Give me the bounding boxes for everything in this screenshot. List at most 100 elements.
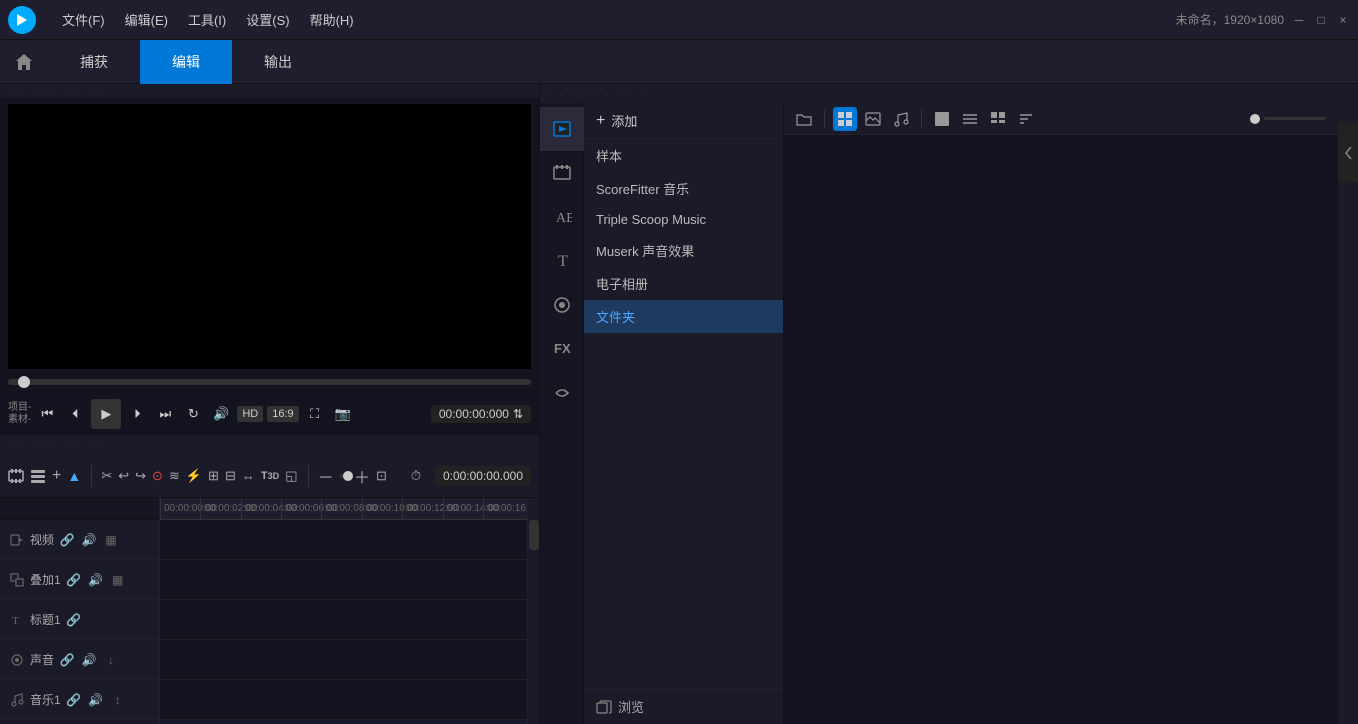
audio-expand-icon[interactable]: ↓ — [102, 651, 120, 669]
zoom-slider[interactable] — [340, 474, 348, 478]
overlay-grid-icon[interactable]: ▦ — [109, 571, 127, 589]
menu-settings[interactable]: 设置(S) — [236, 6, 299, 33]
restore-button[interactable]: □ — [1314, 13, 1328, 27]
tl-speed[interactable]: ⚡ — [186, 461, 202, 491]
tl-fit[interactable]: ⊡ — [376, 461, 387, 491]
library-add-button[interactable]: + 添加 — [584, 103, 783, 139]
audio-track-icon — [8, 651, 26, 669]
tl-motion[interactable]: ⊙ — [152, 461, 163, 491]
browse-button[interactable]: 浏览 — [584, 688, 783, 724]
crop-button[interactable]: ⛶ — [303, 402, 327, 426]
collapse-panel-button[interactable] — [1338, 123, 1358, 183]
title-info: 未命名，1920×1080 — [1176, 11, 1284, 28]
playback-next-frame[interactable]: ⏵ — [125, 402, 149, 426]
sidebar-effects-icon[interactable] — [540, 283, 584, 327]
video-volume-icon[interactable]: 🔊 — [80, 531, 98, 549]
tab-capture[interactable]: 捕获 — [48, 40, 140, 84]
tl-zoom-in[interactable]: ＋ — [354, 461, 370, 491]
seekbar[interactable] — [8, 379, 531, 385]
title-link-icon[interactable]: 🔗 — [65, 611, 83, 629]
tl-mask[interactable]: ◱ — [285, 461, 297, 491]
audio-volume-icon[interactable]: 🔊 — [80, 651, 98, 669]
playback-loop[interactable]: ↻ — [181, 402, 205, 426]
timecode-arrows[interactable]: ⇅ — [513, 407, 523, 421]
tab-edit[interactable]: 编辑 — [140, 40, 232, 84]
slider-thumb[interactable] — [1250, 114, 1260, 124]
toolbar-sep-2 — [921, 110, 922, 128]
library-item-1[interactable]: ScoreFitter 音乐 — [584, 172, 783, 205]
video-grid-icon[interactable]: ▦ — [102, 531, 120, 549]
titlebar: 文件(F) 编辑(E) 工具(I) 设置(S) 帮助(H) 未命名，1920×1… — [0, 0, 1358, 40]
media-view-grid[interactable] — [833, 107, 857, 131]
tl-track-icon[interactable] — [30, 461, 46, 491]
menu-tools[interactable]: 工具(I) — [178, 6, 236, 33]
media-display-list[interactable] — [958, 107, 982, 131]
audio-link-icon[interactable]: 🔗 — [58, 651, 76, 669]
tl-add-track[interactable]: + — [52, 461, 61, 491]
sidebar-transition-icon[interactable] — [540, 371, 584, 415]
media-display-tile[interactable] — [986, 107, 1010, 131]
music-link-icon[interactable]: 🔗 — [65, 691, 83, 709]
tl-grid[interactable]: ⊟ — [225, 461, 236, 491]
video-track-name: 视频 — [30, 531, 54, 548]
scrollbar-thumb-v[interactable] — [529, 520, 539, 550]
playback-to-end[interactable]: ⏭ — [153, 402, 177, 426]
tl-transform[interactable]: ↔ — [242, 461, 255, 491]
nav-home-button[interactable] — [0, 40, 48, 84]
close-button[interactable]: × — [1336, 13, 1350, 27]
timeline-timecode-area: ⏱ 0:00:00:00.000 — [401, 461, 531, 491]
snapshot-button[interactable]: 📷 — [331, 402, 355, 426]
app-logo — [8, 6, 36, 34]
music-expand-icon[interactable]: ↕ — [109, 691, 127, 709]
video-link-icon[interactable]: 🔗 — [58, 531, 76, 549]
overlay-track-name: 叠加1 — [30, 571, 61, 588]
tl-3d-title[interactable]: T3D — [261, 461, 279, 491]
media-view-music[interactable] — [889, 107, 913, 131]
overlay-volume-icon[interactable]: 🔊 — [87, 571, 105, 589]
media-sort-icon[interactable] — [1014, 107, 1038, 131]
menu-file[interactable]: 文件(F) — [52, 6, 115, 33]
media-folder-icon[interactable] — [792, 107, 816, 131]
overlay-link-icon[interactable]: 🔗 — [65, 571, 83, 589]
preview-dots-indicator: · · · · · · · · · — [8, 86, 106, 96]
sidebar-title-icon[interactable]: T — [540, 239, 584, 283]
tl-redo[interactable]: ↪ — [135, 461, 146, 491]
library-item-3[interactable]: Muserk 声音效果 — [584, 234, 783, 267]
music-volume-icon[interactable]: 🔊 — [87, 691, 105, 709]
playback-volume[interactable]: 🔊 — [209, 402, 233, 426]
track-row-audio — [160, 640, 527, 680]
library-item-2[interactable]: Triple Scoop Music — [584, 205, 783, 234]
library-item-4[interactable]: 电子相册 — [584, 267, 783, 300]
playback-prev-frame[interactable]: ⏴ — [63, 402, 87, 426]
tl-track-up[interactable]: ▲ — [67, 461, 81, 491]
ruler-spacer — [0, 498, 159, 520]
menu-help[interactable]: 帮助(H) — [300, 6, 364, 33]
seekbar-thumb[interactable] — [18, 376, 30, 388]
zoom-slider-thumb[interactable] — [343, 471, 353, 481]
tl-undo[interactable]: ↩ — [118, 461, 129, 491]
tab-output[interactable]: 输出 — [232, 40, 324, 84]
minimize-button[interactable]: ─ — [1292, 13, 1306, 27]
sidebar-media-icon[interactable] — [540, 107, 584, 151]
title-info-area: 未命名，1920×1080 ─ □ × — [1176, 11, 1350, 28]
tl-zoom-out[interactable]: － — [318, 461, 334, 491]
sidebar-fx-icon[interactable]: FX — [540, 327, 584, 371]
tl-scissors[interactable]: ✂ — [101, 461, 112, 491]
sidebar-text-icon[interactable]: AB — [540, 195, 584, 239]
menu-edit[interactable]: 编辑(E) — [115, 6, 178, 33]
track-row-title — [160, 600, 527, 640]
library-item-0[interactable]: 样本 — [584, 139, 783, 172]
media-display-large[interactable] — [930, 107, 954, 131]
sidebar-film-icon[interactable] — [540, 151, 584, 195]
playback-to-start[interactable]: ⏮ — [35, 402, 59, 426]
tl-audio-mix[interactable]: ≋ — [169, 461, 180, 491]
timeline-scrollbar-v[interactable] — [527, 498, 539, 724]
library-item-5[interactable]: 文件夹 — [584, 300, 783, 333]
playback-play[interactable]: ▶ — [91, 399, 121, 429]
slider-track[interactable] — [1264, 117, 1326, 120]
thumbnail-size-slider[interactable] — [1250, 114, 1330, 124]
tl-clock[interactable]: ⏱ — [401, 461, 431, 491]
tl-film-icon[interactable] — [8, 461, 24, 491]
tl-split[interactable]: ⊞ — [208, 461, 219, 491]
media-view-image[interactable] — [861, 107, 885, 131]
